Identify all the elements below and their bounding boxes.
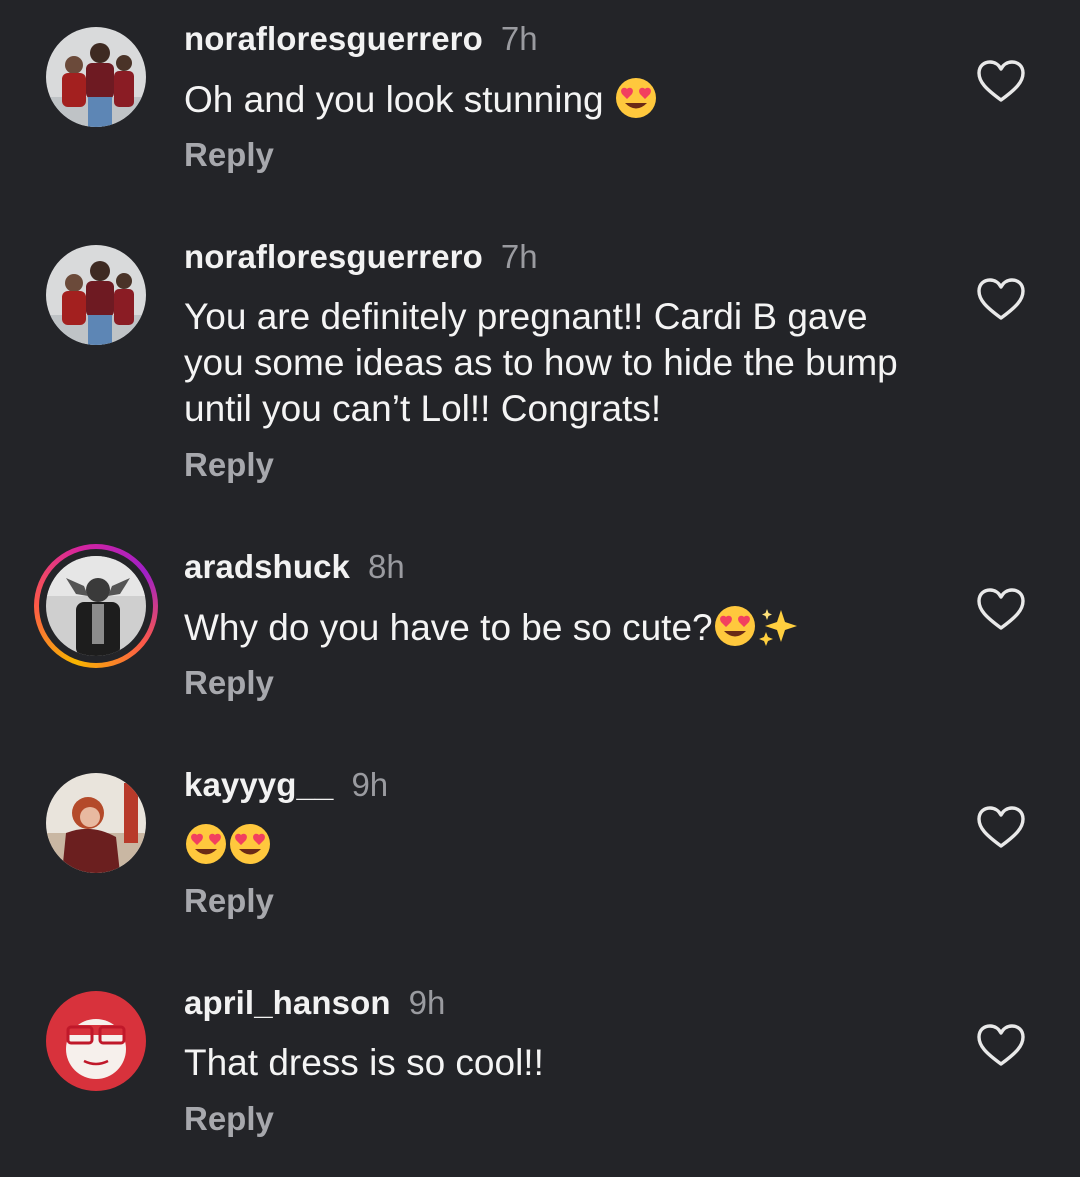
timestamp: 8h (367, 548, 405, 585)
heart-eyes-emoji-icon (228, 822, 272, 877)
like-heart-icon[interactable] (974, 583, 1028, 637)
like-heart-icon[interactable] (974, 1019, 1028, 1073)
reply-button[interactable]: Reply (184, 1100, 274, 1138)
timestamp: 7h (500, 20, 538, 57)
comment-text-body: Oh and you look stunning (184, 79, 604, 120)
heart-eyes-emoji-icon (713, 604, 757, 659)
comment-header: norafloresguerrero 7h (184, 20, 538, 58)
avatar[interactable] (46, 245, 146, 345)
story-ring[interactable] (34, 544, 158, 668)
username[interactable]: aradshuck (184, 548, 350, 585)
heart-eyes-emoji-icon (614, 76, 658, 131)
avatar[interactable] (46, 27, 146, 127)
like-heart-icon[interactable] (974, 801, 1028, 855)
heart-eyes-emoji-icon (184, 822, 228, 877)
reply-button[interactable]: Reply (184, 136, 274, 174)
avatar[interactable] (46, 991, 146, 1091)
comment-text-body: Why do you have to be so cute? (184, 607, 713, 648)
timestamp: 7h (500, 238, 538, 275)
like-heart-icon[interactable] (974, 273, 1028, 327)
sparkles-emoji-icon (757, 606, 799, 659)
username[interactable]: norafloresguerrero (184, 238, 483, 275)
timestamp: 9h (408, 984, 446, 1021)
like-heart-icon[interactable] (974, 55, 1028, 109)
reply-button[interactable]: Reply (184, 882, 274, 920)
comment-text: Oh and you look stunning (184, 76, 924, 131)
comment-text (184, 822, 924, 877)
comment-text: That dress is so cool!! (184, 1042, 544, 1083)
comment-text: You are definitely pregnant!! Cardi B ga… (184, 296, 898, 429)
username[interactable]: norafloresguerrero (184, 20, 483, 57)
timestamp: 9h (351, 766, 389, 803)
username[interactable]: april_hanson (184, 984, 391, 1021)
comment-header: norafloresguerrero 7h (184, 238, 538, 276)
reply-button[interactable]: Reply (184, 664, 274, 702)
reply-button[interactable]: Reply (184, 446, 274, 484)
avatar[interactable] (46, 556, 146, 656)
comment-header: april_hanson 9h (184, 984, 445, 1022)
avatar[interactable] (46, 773, 146, 873)
comment-header: kayyyg__ 9h (184, 766, 388, 804)
username[interactable]: kayyyg__ (184, 766, 333, 803)
comment-header: aradshuck 8h (184, 548, 405, 586)
comment-text: Why do you have to be so cute? (184, 604, 924, 659)
